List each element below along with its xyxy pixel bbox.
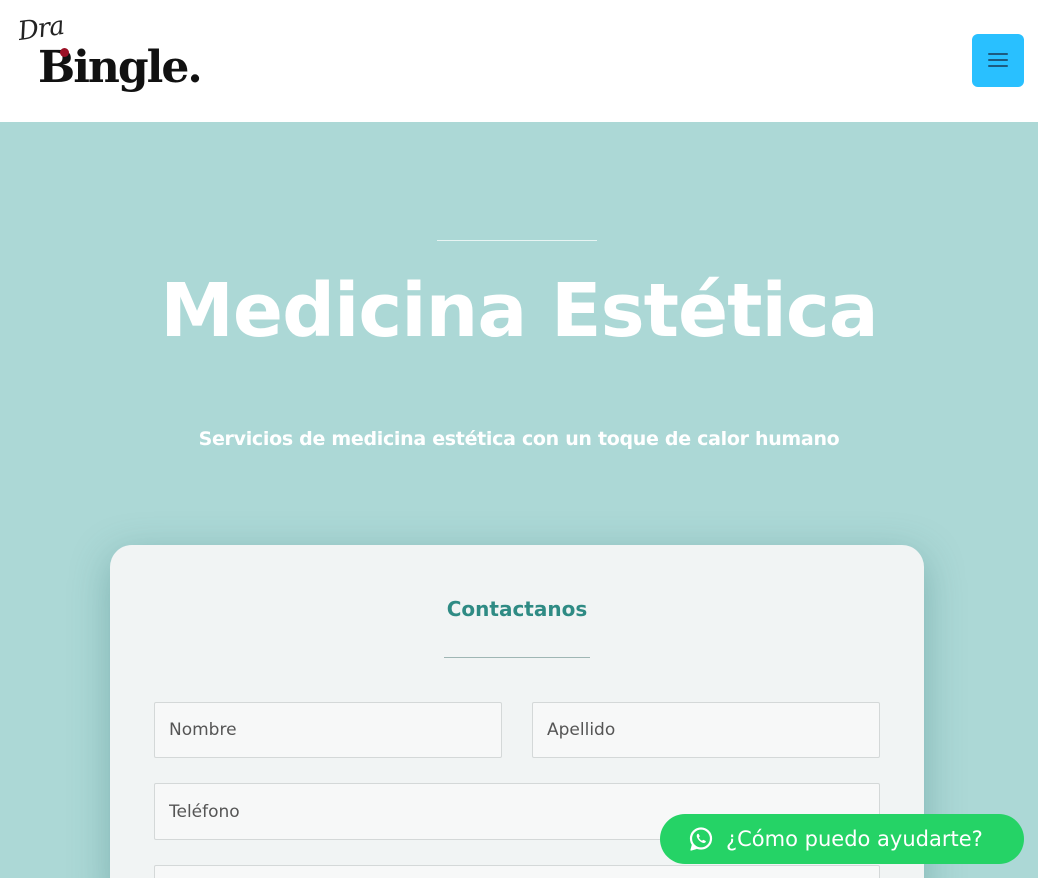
contact-form-divider <box>444 657 590 658</box>
logo[interactable]: Dra Bingle. <box>14 11 210 106</box>
hero-divider <box>437 240 597 241</box>
last-name-input[interactable] <box>532 702 880 758</box>
page-title: Medicina Estética <box>160 268 878 354</box>
logo-dot <box>60 48 69 57</box>
hamburger-icon <box>988 53 1008 67</box>
first-name-input[interactable] <box>154 702 502 758</box>
whatsapp-chat-label: ¿Cómo puedo ayudarte? <box>726 827 983 851</box>
whatsapp-icon <box>689 827 713 851</box>
menu-button[interactable] <box>972 34 1024 87</box>
page-subtitle: Servicios de medicina estética con un to… <box>198 428 840 450</box>
site-header: Dra Bingle. <box>0 0 1038 122</box>
email-input[interactable] <box>154 865 880 878</box>
whatsapp-chat-button[interactable]: ¿Cómo puedo ayudarte? <box>660 814 1024 864</box>
contact-form-title: Contactanos <box>446 597 588 621</box>
